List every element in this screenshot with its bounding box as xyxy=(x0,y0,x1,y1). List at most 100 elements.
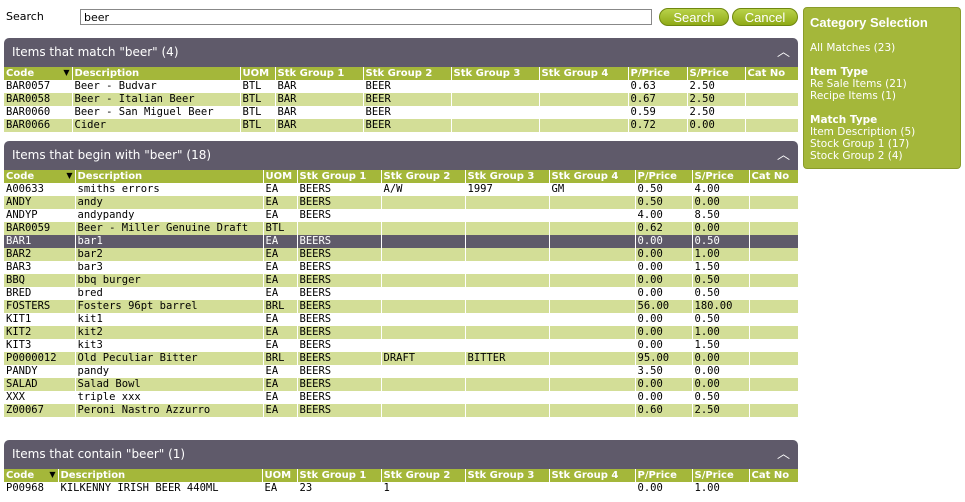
table-cell: SALAD xyxy=(4,378,76,391)
table-cell xyxy=(549,222,636,235)
table-row[interactable]: KIT1 kit1 EA BEERS 0.00 0.50 xyxy=(4,313,799,326)
section-begin: Items that begin with "beer" (18) ︿ Code… xyxy=(4,141,799,417)
filter-all-matches[interactable]: All Matches (23) xyxy=(810,42,954,54)
table-row[interactable]: Z00067 Peroni Nastro Azzurro EA BEERS 0.60 2.… xyxy=(4,404,799,417)
table-cell: 4.00 xyxy=(692,183,750,196)
table-row[interactable]: BRED bred EA BEERS 0.00 0.50 xyxy=(4,287,799,300)
filter-recipe-items[interactable]: Recipe Items (1) xyxy=(810,90,954,102)
column-header-cat-no[interactable]: Cat No xyxy=(749,170,799,183)
table-cell: 0.00 xyxy=(692,352,750,365)
column-header-s-price[interactable]: S/Price xyxy=(692,469,750,482)
section-header[interactable]: Items that contain "beer" (1) ︿ xyxy=(4,440,798,469)
table-cell: BEERS xyxy=(297,352,382,365)
table-row[interactable]: A00633 smiths errors EA BEERS A/W 1997 GM 0.50 4… xyxy=(4,183,799,196)
chevron-up-icon[interactable]: ︿ xyxy=(777,440,790,469)
table-cell xyxy=(465,404,550,417)
column-header-stk-group-2[interactable]: Stk Group 2 xyxy=(381,170,466,183)
column-header-s-price[interactable]: S/Price xyxy=(692,170,750,183)
search-input[interactable] xyxy=(80,9,652,25)
section-header[interactable]: Items that match "beer" (4) ︿ xyxy=(4,38,798,67)
cancel-button[interactable]: Cancel xyxy=(732,8,798,26)
column-header-label: S/Price xyxy=(689,68,729,79)
column-header-stk-group-4[interactable]: Stk Group 4 xyxy=(539,67,629,80)
filter-resale-items[interactable]: Re Sale Items (21) xyxy=(810,78,954,90)
table-cell: BTL xyxy=(263,222,298,235)
sort-desc-icon[interactable]: ▼ xyxy=(66,171,72,180)
chevron-up-icon[interactable]: ︿ xyxy=(777,38,790,67)
column-header-uom[interactable]: UOM xyxy=(240,67,276,80)
column-header-uom[interactable]: UOM xyxy=(263,170,298,183)
chevron-up-icon[interactable]: ︿ xyxy=(777,141,790,170)
column-header-stk-group-1[interactable]: Stk Group 1 xyxy=(297,469,382,482)
table-cell: BAR0059 xyxy=(4,222,76,235)
table-row[interactable]: FOSTERS Fosters 96pt barrel BRL BEERS 56.00 1… xyxy=(4,300,799,313)
search-button[interactable]: Search xyxy=(659,8,729,26)
table-cell: 0.00 xyxy=(635,378,693,391)
section-header[interactable]: Items that begin with "beer" (18) ︿ xyxy=(4,141,798,170)
sort-desc-icon[interactable]: ▼ xyxy=(49,470,55,479)
table-cell xyxy=(381,274,466,287)
table-row[interactable]: BAR1 bar1 EA BEERS 0.00 0.50 xyxy=(4,235,799,248)
sort-desc-icon[interactable]: ▼ xyxy=(63,68,69,77)
table-cell: Z00067 xyxy=(4,404,76,417)
table-row[interactable]: BAR0066 Cider BTL BAR BEER 0.72 0.00 xyxy=(4,119,799,132)
column-header-stk-group-1[interactable]: Stk Group 1 xyxy=(275,67,364,80)
table-row[interactable]: KIT3 kit3 EA BEERS 0.00 1.50 xyxy=(4,339,799,352)
table-cell: andy xyxy=(75,196,264,209)
column-header-stk-group-1[interactable]: Stk Group 1 xyxy=(297,170,382,183)
column-header-cat-no[interactable]: Cat No xyxy=(745,67,799,80)
column-header-code[interactable]: Code ▼ xyxy=(4,170,76,183)
table-row[interactable]: SALAD Salad Bowl EA BEERS 0.00 0.00 xyxy=(4,378,799,391)
table-cell: 4.00 xyxy=(635,209,693,222)
column-header-stk-group-4[interactable]: Stk Group 4 xyxy=(549,469,636,482)
table-cell: Fosters 96pt barrel xyxy=(75,300,264,313)
table-cell xyxy=(549,378,636,391)
table-cell: 1997 xyxy=(465,183,550,196)
column-header-description[interactable]: Description xyxy=(58,469,263,482)
column-header-p-price[interactable]: P/Price xyxy=(635,469,693,482)
filter-stock-group-2[interactable]: Stock Group 2 (4) xyxy=(810,150,954,162)
column-header-stk-group-3[interactable]: Stk Group 3 xyxy=(451,67,540,80)
column-header-cat-no[interactable]: Cat No xyxy=(749,469,799,482)
column-header-code[interactable]: Code ▼ xyxy=(4,67,73,80)
table-row[interactable]: ANDY andy EA BEERS 0.50 0.00 xyxy=(4,196,799,209)
filter-item-description[interactable]: Item Description (5) xyxy=(810,126,954,138)
column-header-stk-group-4[interactable]: Stk Group 4 xyxy=(549,170,636,183)
table-cell xyxy=(549,352,636,365)
table-row[interactable]: P0000012 Old Peculiar Bitter BRL BEERS DRAFT… xyxy=(4,352,799,365)
table-cell xyxy=(465,248,550,261)
table-row[interactable]: BAR0058 Beer - Italian Beer BTL BAR BEER 0.67… xyxy=(4,93,799,106)
table-row[interactable]: KIT2 kit2 EA BEERS 0.00 1.00 xyxy=(4,326,799,339)
table-row[interactable]: XXX triple xxx EA BEERS 0.00 0.50 xyxy=(4,391,799,404)
table-row[interactable]: BAR3 bar3 EA BEERS 0.00 1.50 xyxy=(4,261,799,274)
table-row[interactable]: PANDY pandy EA BEERS 3.50 0.00 xyxy=(4,365,799,378)
column-header-description[interactable]: Description xyxy=(75,170,264,183)
table-cell: 0.00 xyxy=(635,339,693,352)
table-cell xyxy=(381,196,466,209)
table-row[interactable]: BAR0060 Beer - San Miguel Beer BTL BAR BEER 0… xyxy=(4,106,799,119)
table-cell: pandy xyxy=(75,365,264,378)
table-cell: Beer - Miller Genuine Draft xyxy=(75,222,264,235)
table-row[interactable]: BAR2 bar2 EA BEERS 0.00 1.00 xyxy=(4,248,799,261)
column-header-s-price[interactable]: S/Price xyxy=(687,67,746,80)
table-row[interactable]: ANDYP andypandy EA BEERS 4.00 8.50 xyxy=(4,209,799,222)
table-row[interactable]: BBQ bbq burger EA BEERS 0.00 0.50 xyxy=(4,274,799,287)
table-row[interactable]: BAR0057 Beer - Budvar BTL BAR BEER 0.63 2.50 xyxy=(4,80,799,93)
table-cell: BAR0058 xyxy=(4,93,73,106)
column-header-stk-group-2[interactable]: Stk Group 2 xyxy=(363,67,452,80)
table-header-row: Code ▼ Description UOM Stk Group 1 Stk Group … xyxy=(4,67,799,80)
column-header-p-price[interactable]: P/Price xyxy=(635,170,693,183)
column-header-code[interactable]: Code ▼ xyxy=(4,469,59,482)
column-header-stk-group-3[interactable]: Stk Group 3 xyxy=(465,469,550,482)
table-cell: EA xyxy=(263,313,298,326)
column-header-stk-group-3[interactable]: Stk Group 3 xyxy=(465,170,550,183)
column-header-label: Stk Group 3 xyxy=(453,68,521,79)
table-cell xyxy=(465,222,550,235)
table-row[interactable]: P00968 KILKENNY IRISH BEER 440ML EA 23 1 0.00… xyxy=(4,482,799,495)
column-header-description[interactable]: Description xyxy=(72,67,241,80)
filter-stock-group-1[interactable]: Stock Group 1 (17) xyxy=(810,138,954,150)
column-header-uom[interactable]: UOM xyxy=(262,469,298,482)
table-row[interactable]: BAR0059 Beer - Miller Genuine Draft BTL 0.6… xyxy=(4,222,799,235)
column-header-p-price[interactable]: P/Price xyxy=(628,67,688,80)
column-header-stk-group-2[interactable]: Stk Group 2 xyxy=(381,469,466,482)
